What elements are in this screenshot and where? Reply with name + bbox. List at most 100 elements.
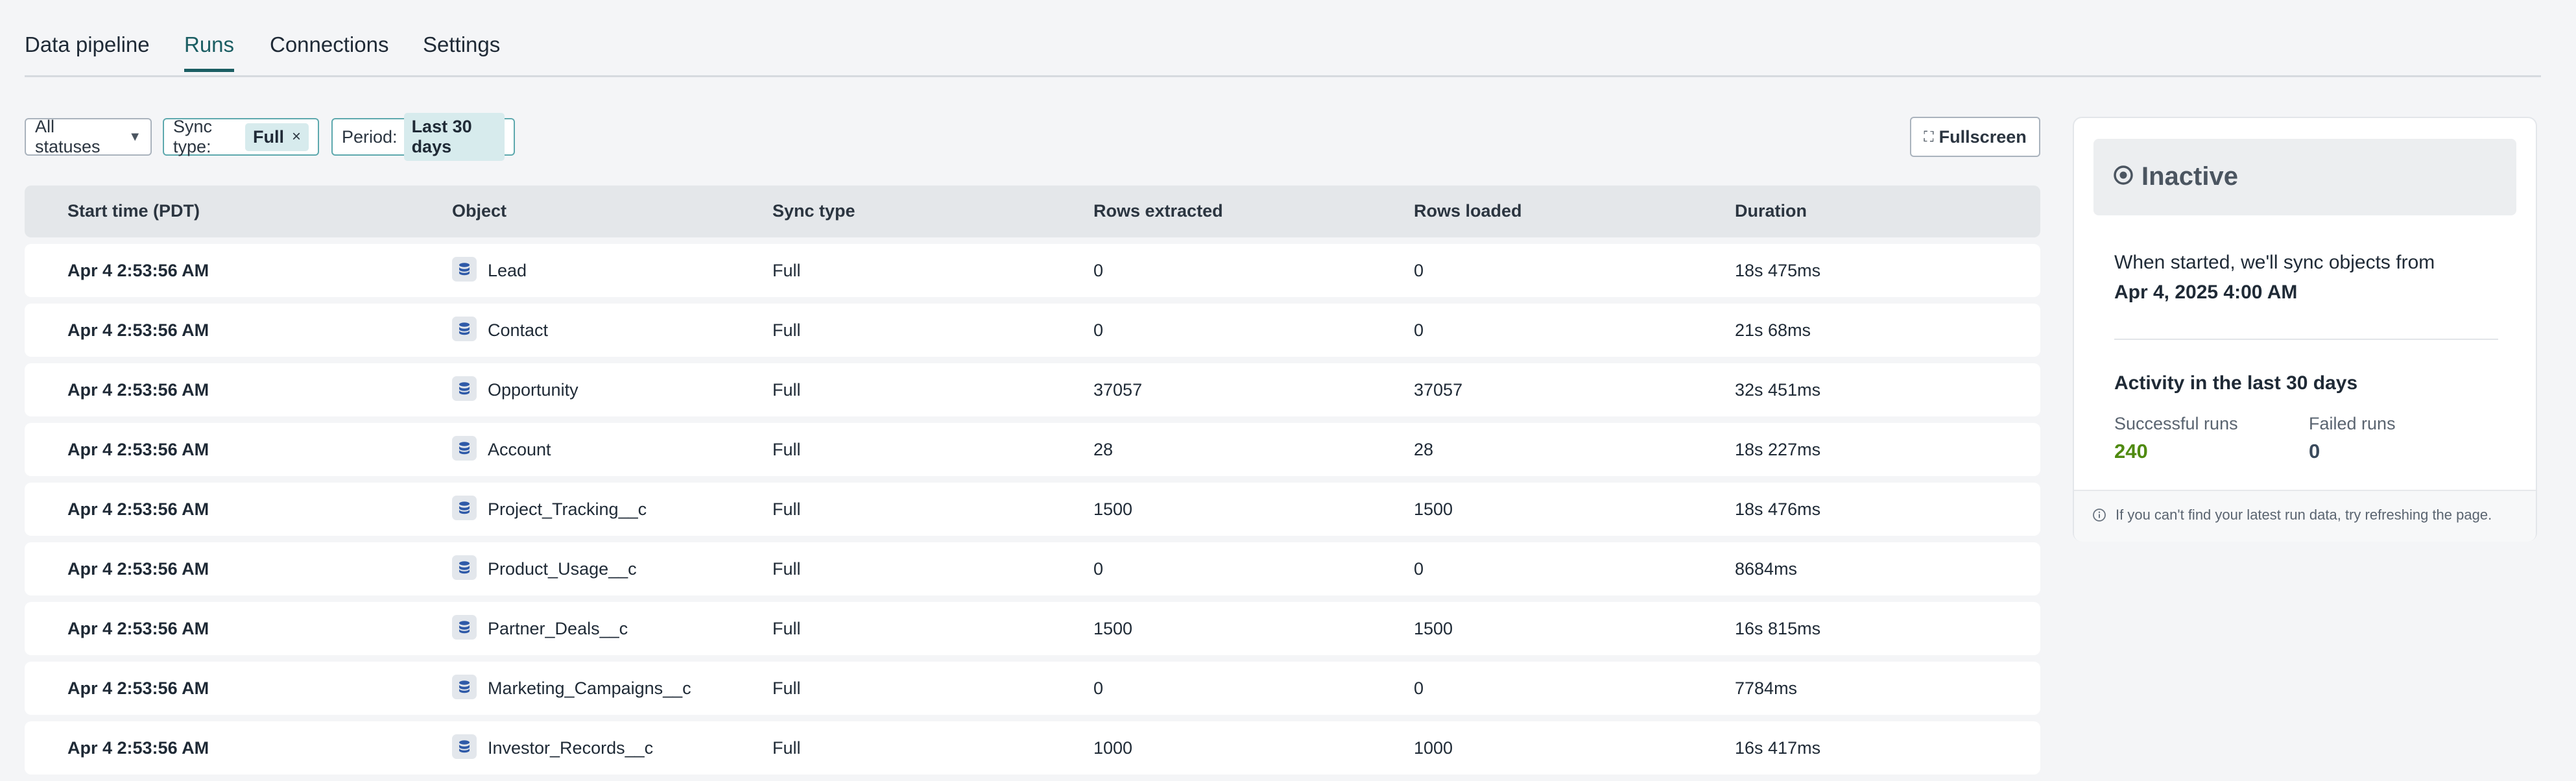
column-header-start-time[interactable]: Start time (PDT): [67, 201, 200, 221]
column-header-rows-loaded[interactable]: Rows loaded: [1414, 201, 1522, 221]
database-icon: [452, 317, 477, 341]
failed-runs-value: 0: [2309, 440, 2320, 463]
expand-icon: ⛶: [1924, 128, 1934, 145]
start-time-cell: Apr 4 2:53:56 AM: [67, 619, 209, 638]
info-icon: [2092, 508, 2106, 525]
tab-data-pipeline[interactable]: Data pipeline: [25, 32, 150, 69]
duration-cell: 18s 227ms: [1735, 440, 1821, 459]
close-icon[interactable]: ×: [292, 128, 301, 146]
object-cell: Account: [488, 440, 551, 459]
chevron-down-icon: ▼: [128, 129, 141, 144]
table-row[interactable]: Apr 4 2:53:56 AM Account Full 28 28 18s 227ms: [25, 423, 2040, 476]
refresh-note: If you can't find your latest run data, …: [2116, 507, 2492, 523]
duration-cell: 8684ms: [1735, 559, 1798, 579]
start-time-cell: Apr 4 2:53:56 AM: [67, 679, 209, 698]
sync-type-cell: Full: [772, 440, 801, 459]
successful-runs-value: 240: [2114, 440, 2148, 463]
successful-runs-label: Successful runs: [2114, 414, 2238, 433]
table-row[interactable]: Apr 4 2:53:56 AM Project_Tracking__c Full 1…: [25, 483, 2040, 536]
object-cell: Opportunity: [488, 380, 578, 400]
table-row[interactable]: Apr 4 2:53:56 AM Marketing_Campaigns__c Fu…: [25, 662, 2040, 715]
rows-extracted-cell: 1500: [1093, 619, 1133, 638]
column-header-sync-type[interactable]: Sync type: [772, 201, 855, 221]
object-cell: Contact: [488, 320, 549, 340]
start-time-cell: Apr 4 2:53:56 AM: [67, 320, 209, 340]
object-cell: Marketing_Campaigns__c: [488, 679, 691, 698]
rows-extracted-cell: 0: [1093, 320, 1104, 340]
table-row[interactable]: Apr 4 2:53:56 AM Lead Full 0 0 18s 475ms: [25, 244, 2040, 297]
failed-runs-label: Failed runs: [2309, 414, 2396, 433]
duration-cell: 32s 451ms: [1735, 380, 1821, 400]
target-icon: [2113, 165, 2134, 189]
database-icon: [452, 257, 477, 282]
table-row[interactable]: Apr 4 2:53:56 AM Partner_Deals__c Full 1500…: [25, 602, 2040, 655]
start-time-cell: Apr 4 2:53:56 AM: [67, 738, 209, 758]
fullscreen-button[interactable]: ⛶ Fullscreen: [1910, 117, 2040, 157]
divider: [2114, 339, 2498, 340]
table-row[interactable]: Apr 4 2:53:56 AM Contact Full 0 0 21s 68ms: [25, 304, 2040, 357]
duration-cell: 21s 68ms: [1735, 320, 1811, 340]
sync-type-cell: Full: [772, 559, 801, 579]
sync-start-text: When started, we'll sync objects from: [2114, 252, 2435, 273]
sync-type-cell: Full: [772, 679, 801, 698]
column-header-rows-extracted[interactable]: Rows extracted: [1093, 201, 1223, 221]
status-box: Inactive: [2093, 139, 2516, 215]
rows-loaded-cell: 1000: [1414, 738, 1453, 758]
column-header-object[interactable]: Object: [452, 201, 507, 221]
rows-loaded-cell: 0: [1414, 559, 1424, 579]
duration-cell: 16s 417ms: [1735, 738, 1821, 758]
object-cell: Project_Tracking__c: [488, 499, 647, 519]
tab-settings[interactable]: Settings: [423, 32, 500, 69]
table-row[interactable]: Apr 4 2:53:56 AM Product_Usage__c Full 0 0 86…: [25, 542, 2040, 595]
table-header: Start time (PDT) Object Sync type Rows e…: [25, 186, 2040, 237]
table-row[interactable]: Apr 4 2:53:56 AM Opportunity Full 37057 3705…: [25, 363, 2040, 416]
rows-extracted-cell: 0: [1093, 679, 1104, 698]
sync-type-cell: Full: [772, 738, 801, 758]
database-icon: [452, 734, 477, 759]
period-chip: Last 30 days: [403, 113, 505, 161]
sync-type-cell: Full: [772, 499, 801, 519]
object-cell: Lead: [488, 261, 527, 280]
period-filter-label: Period:: [342, 126, 398, 147]
status-filter-dropdown[interactable]: All statuses ▼: [25, 117, 152, 156]
rows-extracted-cell: 0: [1093, 559, 1104, 579]
period-chip-value: Last 30 days: [411, 117, 472, 156]
database-icon: [452, 496, 477, 520]
rows-loaded-cell: 0: [1414, 261, 1424, 280]
sync-start-date: Apr 4, 2025 4:00 AM: [2114, 282, 2298, 303]
table-row[interactable]: Apr 4 2:53:56 AM Investor_Records__c Full 1…: [25, 721, 2040, 775]
rows-extracted-cell: 28: [1093, 440, 1114, 459]
rows-loaded-cell: 37057: [1414, 380, 1463, 400]
duration-cell: 18s 476ms: [1735, 499, 1821, 519]
rows-extracted-cell: 1000: [1093, 738, 1133, 758]
rows-loaded-cell: 0: [1414, 320, 1424, 340]
start-time-cell: Apr 4 2:53:56 AM: [67, 261, 209, 280]
status-panel: Inactive When started, we'll sync object…: [2073, 117, 2537, 542]
start-time-cell: Apr 4 2:53:56 AM: [67, 440, 209, 459]
status-filter-value: All statuses: [35, 117, 101, 156]
database-icon: [452, 675, 477, 699]
tab-runs[interactable]: Runs: [184, 32, 235, 72]
tab-connections[interactable]: Connections: [270, 32, 388, 69]
sync-type-cell: Full: [772, 619, 801, 638]
database-icon: [452, 376, 477, 401]
rows-loaded-cell: 1500: [1414, 619, 1453, 638]
rows-loaded-cell: 0: [1414, 679, 1424, 698]
period-filter[interactable]: Period: Last 30 days: [331, 113, 515, 161]
tab-bar: Data pipeline Runs Connections Settings: [25, 0, 2541, 77]
object-cell: Partner_Deals__c: [488, 619, 628, 638]
panel-footer: If you can't find your latest run data, …: [2074, 490, 2536, 542]
start-time-cell: Apr 4 2:53:56 AM: [67, 380, 209, 400]
status-label: Inactive: [2141, 162, 2238, 191]
sync-type-filter[interactable]: Sync type: Full ×: [163, 117, 319, 156]
sync-type-cell: Full: [772, 320, 801, 340]
rows-extracted-cell: 1500: [1093, 499, 1133, 519]
database-icon: [452, 436, 477, 461]
database-icon: [452, 615, 477, 640]
sync-type-cell: Full: [772, 380, 801, 400]
fullscreen-label: Fullscreen: [1938, 126, 2027, 147]
activity-heading: Activity in the last 30 days: [2114, 372, 2358, 394]
sync-type-filter-label: Sync type:: [173, 117, 213, 156]
column-header-duration[interactable]: Duration: [1735, 201, 1807, 221]
sync-type-chip: Full ×: [244, 123, 309, 151]
